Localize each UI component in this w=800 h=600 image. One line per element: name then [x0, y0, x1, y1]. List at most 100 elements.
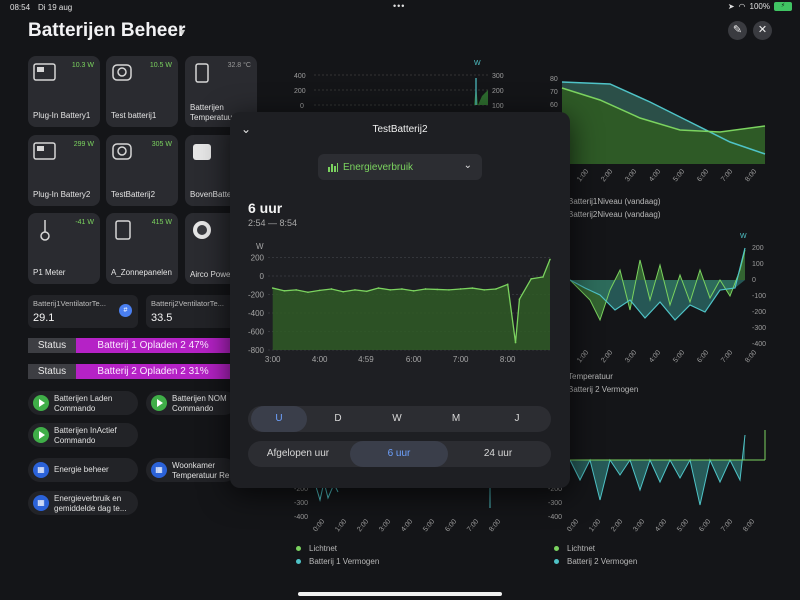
status-right: ➤ ◠ 100% ⚡: [728, 2, 792, 11]
y-tick: -100: [752, 293, 766, 300]
x-tick: 2:00: [600, 349, 614, 364]
granularity-option-u[interactable]: U: [251, 406, 307, 432]
range-option-24-uur[interactable]: 24 uur: [448, 441, 548, 467]
sensor-value: 29.1: [33, 312, 55, 324]
data-point: [506, 283, 509, 286]
action-woonkamer-temperatuur[interactable]: ▦ Woonkamer Temperatuur Re: [146, 458, 236, 482]
multitask-dots-icon[interactable]: •••: [393, 1, 405, 11]
x-tick: 5:00: [422, 518, 436, 533]
data-point: [448, 289, 450, 291]
close-icon[interactable]: ✕: [753, 21, 772, 40]
x-tick: 6:00: [698, 518, 712, 533]
x-tick-label: 8:00: [500, 355, 516, 364]
tile-label: Plug-In Battery2: [33, 190, 91, 199]
data-point: [295, 289, 297, 291]
y-tick-label: -400: [248, 309, 265, 318]
data-point: [307, 291, 309, 294]
action-batterijen-nom[interactable]: Batterijen NOM Commando: [146, 391, 236, 415]
status-row-batterij1[interactable]: Status Batterij 1 Opladen 2 47%: [28, 338, 230, 353]
data-point: [354, 289, 356, 291]
tile-plug-in-battery1[interactable]: 10.3 W Plug-In Battery1: [28, 56, 100, 127]
tile-p1-meter[interactable]: -41 W P1 Meter: [28, 213, 100, 284]
x-axis: 3:00 4:00 4:59 6:00 7:00 8:00: [265, 355, 516, 364]
x-tick-label: 4:59: [358, 355, 374, 364]
tile-test-batterij1[interactable]: 10.5 W Test batterij1: [106, 56, 178, 127]
legend-bottom-left: Lichtnet Batterij 1 Vermogen: [296, 544, 379, 566]
y-tick: 0: [752, 277, 756, 284]
legend-label: Lichtnet: [567, 544, 596, 553]
y-tick: -400: [548, 514, 562, 521]
period-heading: 6 uur: [248, 200, 283, 216]
x-tick: 0:00: [566, 518, 580, 533]
range-option-afgelopen-uur[interactable]: Afgelopen uur: [248, 441, 348, 467]
legend-item: Lichtnet: [296, 544, 379, 553]
page-title[interactable]: Batterijen Beheer: [28, 20, 185, 42]
bar-chart-icon: [328, 163, 338, 172]
tile-power: -41 W: [75, 219, 94, 226]
granularity-option-j[interactable]: J: [488, 406, 546, 432]
action-batterijen-laden[interactable]: Batterijen Laden Commando: [28, 391, 138, 415]
sensor-batterij1-ventilator[interactable]: Batterij1VentilatorTe... 29.1 #: [28, 295, 138, 328]
data-point: [530, 278, 532, 280]
wifi-icon: ◠: [738, 2, 746, 11]
tile-testbatterij2[interactable]: 305 W TestBatterij2: [106, 135, 178, 206]
tile-plug-in-battery2[interactable]: 299 W Plug-In Battery2: [28, 135, 100, 206]
tile-power: 299 W: [73, 141, 94, 148]
granularity-option-w[interactable]: W: [369, 406, 425, 432]
chevron-down-icon[interactable]: ▼: [178, 27, 187, 37]
y-axis: 200 0 -200 -400 -600 -800: [248, 254, 265, 355]
statistic-dropdown[interactable]: Energieverbruik ⌄: [318, 154, 482, 180]
legend-item: Batterij 2 Vermogen: [554, 557, 637, 566]
tile-a-zonnepanelen[interactable]: 415 W A_Zonnepanelen: [106, 213, 178, 284]
x-tick: 0:00: [312, 518, 326, 533]
range-option-6-uur[interactable]: 6 uur: [350, 441, 448, 467]
sensor-name: Batterij1VentilatorTe...: [33, 299, 106, 308]
legend-label: Lichtnet: [309, 544, 338, 553]
action-label: Energie beheer: [54, 465, 109, 474]
edit-icon[interactable]: ✎: [728, 21, 747, 40]
y-tick: 400: [294, 73, 306, 80]
granularity-option-d[interactable]: D: [310, 406, 366, 432]
sensor-value: 33.5: [151, 312, 173, 324]
status-value: Batterij 1 Opladen 2 47%: [76, 338, 230, 353]
data-point: [459, 288, 462, 290]
action-label: Batterijen Laden Commando: [54, 394, 113, 413]
status-row-batterij2[interactable]: Status Batterij 2 Opladen 2 31%: [28, 364, 230, 379]
data-point: [412, 290, 415, 292]
x-tick: 7:00: [466, 518, 480, 533]
tile-label: BovenBatte: [190, 190, 232, 199]
data-point: [330, 288, 333, 290]
y-tick: 200: [294, 88, 306, 95]
x-tick: 1:00: [576, 349, 590, 364]
data-point: [271, 287, 274, 289]
grid-icon: ▦: [33, 462, 49, 478]
bg-chart-top-left: W 400 200 0 300 200 100: [294, 60, 504, 110]
x-tick: 1:00: [334, 518, 348, 533]
x-tick: 5:00: [672, 349, 686, 364]
legend-dot: [296, 546, 301, 552]
data-point: [514, 341, 517, 344]
battery-device-icon: [33, 63, 56, 81]
location-icon: ➤: [727, 2, 735, 11]
x-tick: 3:00: [624, 349, 638, 364]
legend-dot: [296, 559, 301, 565]
x-tick: 3:00: [378, 518, 392, 533]
x-tick: 2:00: [600, 168, 614, 183]
y-tick: 60: [550, 102, 558, 109]
play-icon: [33, 427, 49, 443]
modal-title: TestBatterij2: [372, 124, 428, 135]
x-tick: 6:00: [696, 349, 710, 364]
tile-power: 415 W: [151, 219, 172, 226]
y-tick: -400: [294, 514, 308, 521]
granularity-option-m[interactable]: M: [428, 406, 484, 432]
tile-label: A_Zonnepanelen: [111, 268, 172, 277]
y-tick: 200: [752, 245, 764, 252]
legend-item: Batterij1Niveau (vandaag): [568, 197, 661, 206]
legend-item: Lichtnet: [554, 544, 637, 553]
action-batterijen-inactief[interactable]: Batterijen InActief Commando: [28, 423, 138, 447]
status-key: Status: [28, 364, 76, 379]
legend-label: Batterij 2 Vermogen: [567, 557, 638, 566]
action-energie-beheer[interactable]: ▦ Energie beheer: [28, 458, 138, 482]
home-indicator[interactable]: [298, 592, 502, 596]
action-energieverbruik-gemiddelde[interactable]: ▦ Energieverbruik en gemiddelde dag te..…: [28, 491, 138, 515]
